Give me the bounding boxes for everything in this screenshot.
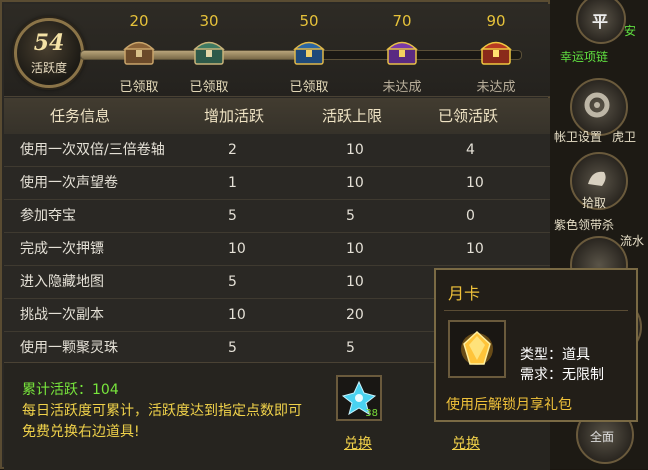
safe-label: 安: [624, 24, 637, 38]
activity-header: 54 活跃度 20 已领取 30 已领取 50 已领取 70 未达成 90 未达…: [4, 4, 550, 97]
task-limit: 10: [346, 175, 364, 191]
gold-gem-icon: [461, 330, 493, 365]
header-claimed-activity: 已领活跃: [438, 107, 499, 125]
tooltip-type: 类型：道具: [520, 347, 590, 363]
flow-label: 流水: [620, 234, 645, 248]
milestone-30[interactable]: 30 已领取: [169, 12, 249, 95]
activity-badge: 54 活跃度: [14, 18, 84, 88]
safe-zone-button[interactable]: 平: [576, 0, 626, 44]
milestone-value: 20: [129, 12, 149, 30]
task-name: 使用一次声望卷: [20, 175, 118, 191]
task-add: 10: [228, 241, 246, 257]
milestone-90[interactable]: 90 未达成: [456, 12, 536, 95]
guard-settings-label: 帐卫设置: [554, 130, 603, 144]
task-name: 完成一次押镖: [20, 241, 104, 257]
task-name: 使用一次双倍/三倍卷轴: [20, 142, 165, 158]
accumulated-activity: 累计活跃：104: [22, 382, 119, 398]
jade-chest-icon: [193, 41, 225, 65]
task-add: 5: [228, 208, 237, 224]
reward-item-slot[interactable]: 38: [336, 375, 382, 421]
header-add-activity: 增加活跃: [204, 107, 265, 125]
task-limit: 10: [346, 142, 364, 158]
milestone-status: 已领取: [119, 80, 159, 95]
task-limit: 5: [346, 340, 355, 356]
task-name: 参加夺宝: [20, 208, 76, 224]
tooltip-requirement: 需求：无限制: [520, 367, 604, 383]
all-label: 全面: [590, 430, 615, 444]
table-row[interactable]: 完成一次押镖 10 10 10: [4, 233, 550, 266]
task-limit: 5: [346, 208, 355, 224]
item-count: 38: [365, 408, 378, 419]
task-claimed: 4: [466, 142, 475, 158]
header-task-info: 任务信息: [50, 107, 111, 125]
exchange-tip: 每日活跃度可累计，活跃度达到指定点数即可免费兑换右边道具!: [22, 403, 302, 440]
task-table-header: 任务信息 增加活跃 活跃上限 已领活跃: [4, 98, 550, 135]
table-row[interactable]: 使用一次双倍/三倍卷轴 2 10 4: [4, 134, 550, 167]
tooltip-description: 使用后解锁月享礼包: [446, 397, 572, 413]
table-row[interactable]: 使用一次声望卷 1 10 10: [4, 167, 550, 200]
milestone-value: 50: [299, 12, 319, 30]
tooltip-divider: [444, 310, 628, 311]
tiger-guard-label: 虎卫: [612, 130, 637, 144]
item-tooltip: 月卡 类型：道具 需求：无限制 使用后解锁月享礼包: [434, 268, 638, 422]
safe-zone-label: 平: [592, 12, 609, 31]
gold-chest-icon: [480, 41, 512, 65]
task-limit: 10: [346, 274, 364, 290]
task-add: 5: [228, 274, 237, 290]
milestone-status: 已领取: [189, 80, 229, 95]
milestone-value: 30: [199, 12, 219, 30]
milestone-status: 未达成: [476, 80, 516, 95]
task-name: 使用一颗聚灵珠: [20, 340, 118, 356]
milestone-50[interactable]: 50 已领取: [269, 12, 349, 95]
milestone-20[interactable]: 20 已领取: [99, 12, 179, 95]
purple-chest-icon: [386, 41, 418, 65]
header-activity-limit: 活跃上限: [322, 107, 383, 125]
task-add: 5: [228, 340, 237, 356]
exchange-button-1[interactable]: 兑换: [344, 433, 372, 453]
task-limit: 10: [346, 241, 364, 257]
tooltip-item-slot: [448, 320, 506, 378]
exchange-button-2[interactable]: 兑换: [452, 433, 480, 453]
activity-score: 54: [33, 30, 65, 56]
copper-chest-icon: [123, 41, 155, 65]
activity-label: 活跃度: [30, 61, 67, 75]
task-add: 2: [228, 142, 237, 158]
task-name: 进入隐藏地图: [20, 274, 104, 290]
task-claimed: 10: [466, 241, 484, 257]
task-claimed: 10: [466, 175, 484, 191]
task-name: 挑战一次副本: [20, 307, 104, 323]
task-limit: 20: [346, 307, 364, 323]
pickup-label: 拾取: [582, 196, 607, 210]
task-claimed: 0: [466, 208, 475, 224]
milestone-status: 未达成: [382, 80, 422, 95]
milestone-70[interactable]: 70 未达成: [362, 12, 442, 95]
milestone-value: 90: [486, 12, 506, 30]
task-add: 1: [228, 175, 237, 191]
milestone-status: 已领取: [289, 80, 329, 95]
lucky-necklace-label: 幸运项链: [560, 50, 609, 64]
tooltip-title: 月卡: [448, 284, 481, 303]
table-row[interactable]: 参加夺宝 5 5 0: [4, 200, 550, 233]
milestone-value: 70: [392, 12, 412, 30]
purple-tie-label: 紫色领带杀: [554, 218, 615, 232]
gear-icon: [584, 92, 610, 118]
task-add: 10: [228, 307, 246, 323]
blue-chest-icon: [293, 41, 325, 65]
